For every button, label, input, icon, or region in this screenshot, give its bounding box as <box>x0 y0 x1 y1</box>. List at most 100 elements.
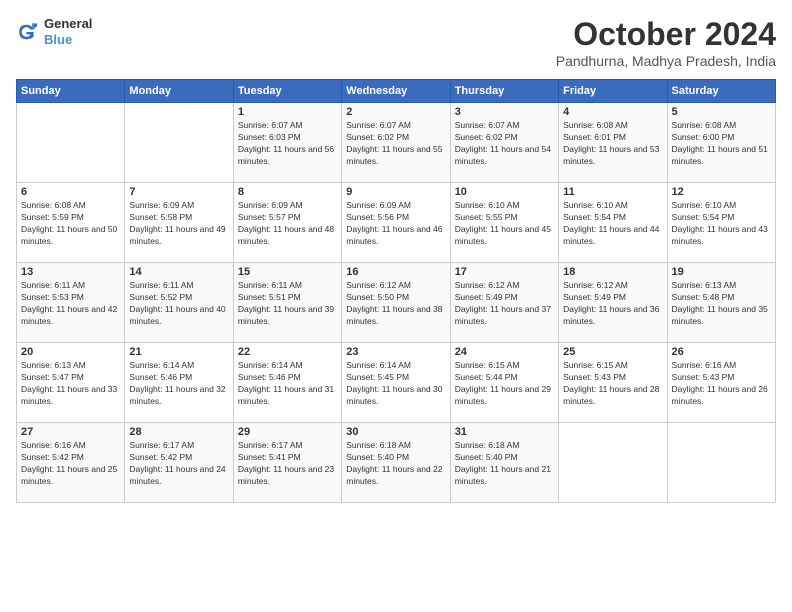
day-cell: 18Sunrise: 6:12 AM Sunset: 5:49 PM Dayli… <box>559 263 667 343</box>
day-number: 24 <box>455 346 554 358</box>
day-number: 10 <box>455 186 554 198</box>
day-cell: 1 Sunrise: 6:07 AM Sunset: 6:03 PM Daylig… <box>233 103 341 183</box>
day-cell: 10 Sunrise: 6:10 AM Sunset: 5:55 PM Dayli… <box>450 183 558 263</box>
day-details: Sunrise: 6:13 AM Sunset: 5:48 PM Dayligh… <box>672 280 771 328</box>
day-cell <box>125 103 233 183</box>
day-cell <box>667 423 775 503</box>
day-details: Sunrise: 6:09 AM Sunset: 5:56 PM Dayligh… <box>346 200 445 248</box>
day-number: 3 <box>455 106 554 118</box>
day-number: 17 <box>455 266 554 278</box>
location: Pandhurna, Madhya Pradesh, India <box>556 53 776 69</box>
day-number: 28 <box>129 426 228 438</box>
day-cell: 29 Sunrise: 6:17 AM Sunset: 5:41 PM Dayli… <box>233 423 341 503</box>
day-cell: 23 Sunrise: 6:14 AM Sunset: 5:45 PM Dayli… <box>342 343 450 423</box>
day-details: Sunrise: 6:11 AM Sunset: 5:52 PM Dayligh… <box>129 280 228 328</box>
day-details: Sunrise: 6:14 AM Sunset: 5:45 PM Dayligh… <box>346 360 445 408</box>
day-number: 20 <box>21 346 120 358</box>
day-details: Sunrise: 6:15 AM Sunset: 5:43 PM Dayligh… <box>563 360 662 408</box>
logo-icon <box>16 20 40 44</box>
day-details: Sunrise: 6:16 AM Sunset: 5:43 PM Dayligh… <box>672 360 771 408</box>
logo-text: General Blue <box>44 16 92 47</box>
day-number: 19 <box>672 266 771 278</box>
day-details: Sunrise: 6:07 AM Sunset: 6:02 PM Dayligh… <box>346 120 445 168</box>
day-cell: 19 Sunrise: 6:13 AM Sunset: 5:48 PM Dayli… <box>667 263 775 343</box>
title-block: October 2024 Pandhurna, Madhya Pradesh, … <box>556 16 776 69</box>
day-number: 23 <box>346 346 445 358</box>
day-number: 11 <box>563 186 662 198</box>
day-cell: 9Sunrise: 6:09 AM Sunset: 5:56 PM Daylig… <box>342 183 450 263</box>
day-cell: 30 Sunrise: 6:18 AM Sunset: 5:40 PM Dayli… <box>342 423 450 503</box>
day-number: 26 <box>672 346 771 358</box>
day-cell: 20Sunrise: 6:13 AM Sunset: 5:47 PM Dayli… <box>17 343 125 423</box>
header-day-saturday: Saturday <box>667 80 775 103</box>
day-details: Sunrise: 6:17 AM Sunset: 5:41 PM Dayligh… <box>238 440 337 488</box>
calendar-table: SundayMondayTuesdayWednesdayThursdayFrid… <box>16 79 776 503</box>
header-day-thursday: Thursday <box>450 80 558 103</box>
day-details: Sunrise: 6:09 AM Sunset: 5:58 PM Dayligh… <box>129 200 228 248</box>
day-details: Sunrise: 6:10 AM Sunset: 5:54 PM Dayligh… <box>563 200 662 248</box>
day-number: 30 <box>346 426 445 438</box>
day-details: Sunrise: 6:16 AM Sunset: 5:42 PM Dayligh… <box>21 440 120 488</box>
calendar-header: SundayMondayTuesdayWednesdayThursdayFrid… <box>17 80 776 103</box>
day-number: 2 <box>346 106 445 118</box>
day-cell: 2 Sunrise: 6:07 AM Sunset: 6:02 PM Daylig… <box>342 103 450 183</box>
day-cell: 24 Sunrise: 6:15 AM Sunset: 5:44 PM Dayli… <box>450 343 558 423</box>
day-details: Sunrise: 6:08 AM Sunset: 6:01 PM Dayligh… <box>563 120 662 168</box>
day-details: Sunrise: 6:08 AM Sunset: 5:59 PM Dayligh… <box>21 200 120 248</box>
day-cell: 13Sunrise: 6:11 AM Sunset: 5:53 PM Dayli… <box>17 263 125 343</box>
header-day-tuesday: Tuesday <box>233 80 341 103</box>
day-cell: 28 Sunrise: 6:17 AM Sunset: 5:42 PM Dayli… <box>125 423 233 503</box>
day-details: Sunrise: 6:18 AM Sunset: 5:40 PM Dayligh… <box>455 440 554 488</box>
day-number: 6 <box>21 186 120 198</box>
week-row-5: 27 Sunrise: 6:16 AM Sunset: 5:42 PM Dayli… <box>17 423 776 503</box>
day-number: 5 <box>672 106 771 118</box>
logo: General Blue <box>16 16 92 47</box>
week-row-4: 20Sunrise: 6:13 AM Sunset: 5:47 PM Dayli… <box>17 343 776 423</box>
day-cell: 27 Sunrise: 6:16 AM Sunset: 5:42 PM Dayli… <box>17 423 125 503</box>
day-number: 4 <box>563 106 662 118</box>
day-details: Sunrise: 6:12 AM Sunset: 5:49 PM Dayligh… <box>455 280 554 328</box>
week-row-3: 13Sunrise: 6:11 AM Sunset: 5:53 PM Dayli… <box>17 263 776 343</box>
header-day-sunday: Sunday <box>17 80 125 103</box>
day-cell: 26 Sunrise: 6:16 AM Sunset: 5:43 PM Dayli… <box>667 343 775 423</box>
day-cell: 31 Sunrise: 6:18 AM Sunset: 5:40 PM Dayli… <box>450 423 558 503</box>
day-cell: 22Sunrise: 6:14 AM Sunset: 5:46 PM Dayli… <box>233 343 341 423</box>
month-title: October 2024 <box>556 16 776 53</box>
day-number: 8 <box>238 186 337 198</box>
day-cell: 3 Sunrise: 6:07 AM Sunset: 6:02 PM Daylig… <box>450 103 558 183</box>
day-cell: 21Sunrise: 6:14 AM Sunset: 5:46 PM Dayli… <box>125 343 233 423</box>
day-number: 31 <box>455 426 554 438</box>
day-details: Sunrise: 6:08 AM Sunset: 6:00 PM Dayligh… <box>672 120 771 168</box>
day-details: Sunrise: 6:11 AM Sunset: 5:51 PM Dayligh… <box>238 280 337 328</box>
day-cell <box>17 103 125 183</box>
day-details: Sunrise: 6:11 AM Sunset: 5:53 PM Dayligh… <box>21 280 120 328</box>
day-cell: 6 Sunrise: 6:08 AM Sunset: 5:59 PM Daylig… <box>17 183 125 263</box>
day-number: 12 <box>672 186 771 198</box>
header-day-wednesday: Wednesday <box>342 80 450 103</box>
day-details: Sunrise: 6:07 AM Sunset: 6:03 PM Dayligh… <box>238 120 337 168</box>
day-number: 29 <box>238 426 337 438</box>
header-day-friday: Friday <box>559 80 667 103</box>
day-details: Sunrise: 6:18 AM Sunset: 5:40 PM Dayligh… <box>346 440 445 488</box>
day-details: Sunrise: 6:10 AM Sunset: 5:55 PM Dayligh… <box>455 200 554 248</box>
calendar-body: 1 Sunrise: 6:07 AM Sunset: 6:03 PM Daylig… <box>17 103 776 503</box>
page: General Blue October 2024 Pandhurna, Mad… <box>0 0 792 612</box>
day-cell: 15Sunrise: 6:11 AM Sunset: 5:51 PM Dayli… <box>233 263 341 343</box>
day-cell: 12Sunrise: 6:10 AM Sunset: 5:54 PM Dayli… <box>667 183 775 263</box>
day-cell: 8Sunrise: 6:09 AM Sunset: 5:57 PM Daylig… <box>233 183 341 263</box>
day-cell: 14Sunrise: 6:11 AM Sunset: 5:52 PM Dayli… <box>125 263 233 343</box>
day-cell: 25Sunrise: 6:15 AM Sunset: 5:43 PM Dayli… <box>559 343 667 423</box>
header: General Blue October 2024 Pandhurna, Mad… <box>16 16 776 69</box>
day-details: Sunrise: 6:17 AM Sunset: 5:42 PM Dayligh… <box>129 440 228 488</box>
day-cell: 17 Sunrise: 6:12 AM Sunset: 5:49 PM Dayli… <box>450 263 558 343</box>
day-number: 21 <box>129 346 228 358</box>
day-number: 1 <box>238 106 337 118</box>
day-number: 27 <box>21 426 120 438</box>
day-cell: 7Sunrise: 6:09 AM Sunset: 5:58 PM Daylig… <box>125 183 233 263</box>
day-cell: 16Sunrise: 6:12 AM Sunset: 5:50 PM Dayli… <box>342 263 450 343</box>
day-details: Sunrise: 6:15 AM Sunset: 5:44 PM Dayligh… <box>455 360 554 408</box>
day-details: Sunrise: 6:12 AM Sunset: 5:49 PM Dayligh… <box>563 280 662 328</box>
header-day-monday: Monday <box>125 80 233 103</box>
day-number: 16 <box>346 266 445 278</box>
day-details: Sunrise: 6:07 AM Sunset: 6:02 PM Dayligh… <box>455 120 554 168</box>
